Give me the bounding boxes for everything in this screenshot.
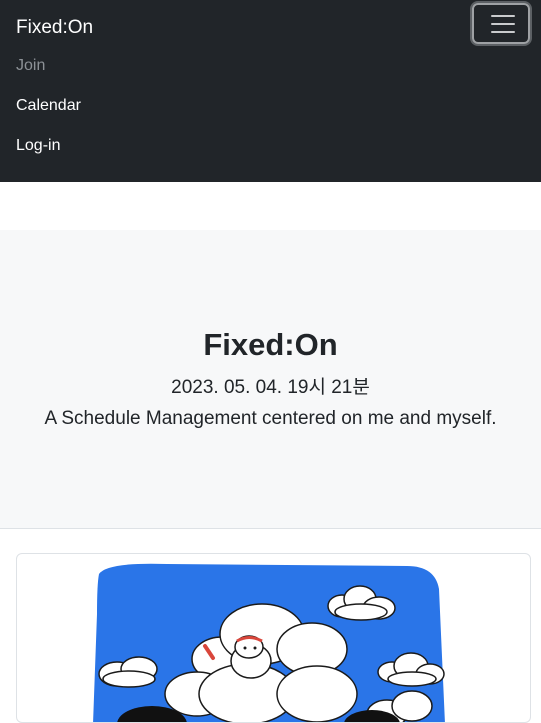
cartoon-character-on-cloud-illustration	[93, 563, 445, 722]
hero-datetime: 2023. 05. 04. 19시 21분	[171, 377, 370, 398]
hero-tagline: A Schedule Management centered on me and…	[44, 408, 497, 429]
navbar: Fixed:On Join Calendar Log-in	[0, 0, 541, 182]
hero-section: Fixed:On 2023. 05. 04. 19시 21분 A Schedul…	[0, 230, 541, 529]
hero-title: Fixed:On	[203, 327, 338, 362]
brand-link[interactable]: Fixed:On	[16, 16, 93, 40]
navbar-toggler-button[interactable]	[472, 3, 530, 44]
nav-link-join[interactable]: Join	[16, 56, 45, 76]
nav-link-login[interactable]: Log-in	[16, 136, 60, 156]
image-card	[16, 553, 531, 723]
nav-link-calendar[interactable]: Calendar	[16, 96, 81, 116]
